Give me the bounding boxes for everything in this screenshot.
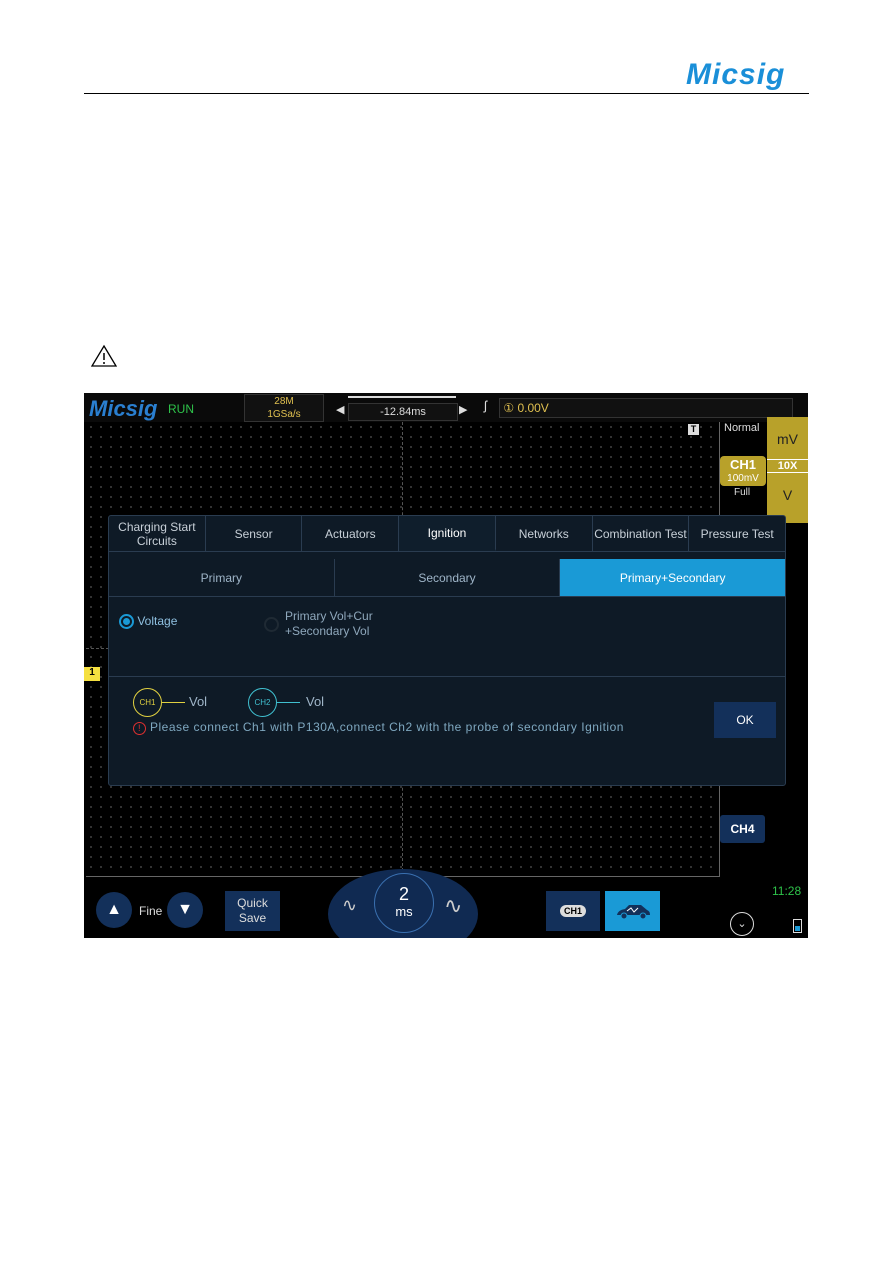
rising-edge-icon: ʃ [484, 398, 487, 413]
timebase-decrease-wave-icon[interactable]: ∿ [342, 895, 357, 916]
document-page: Micsig Micsig RUN 28M 1GSa/s ◀ -12.84ms ▶… [0, 0, 893, 1263]
delay-right-arrow-icon[interactable]: ▶ [459, 403, 467, 416]
brand-logo: Micsig [686, 58, 786, 91]
unit-mv[interactable]: mV [767, 431, 808, 447]
subtab-secondary[interactable]: Secondary [335, 559, 561, 596]
run-status[interactable]: RUN [168, 402, 194, 416]
timebase-increase-wave-icon[interactable]: ∿ [444, 893, 462, 919]
bandwidth-limit: Full [734, 487, 751, 498]
radio-unselected-icon[interactable] [264, 616, 279, 632]
channel-stack-icon: CH1 [559, 905, 586, 917]
down-arrow-icon[interactable]: ▼ [167, 892, 203, 928]
radio-selected-icon[interactable] [119, 614, 134, 630]
ch1-scale: 100mV [727, 473, 759, 484]
acquisition-info[interactable]: 28M 1GSa/s [244, 394, 324, 422]
subtab-primary[interactable]: Primary [109, 559, 335, 596]
ch1-label: CH1 [729, 457, 756, 472]
subtab-primary-secondary[interactable]: Primary+Secondary [560, 559, 786, 596]
instruction-text: Please connect Ch1 with P130A,connect Ch… [150, 720, 624, 734]
fine-label[interactable]: Fine [139, 904, 162, 918]
quick-save-line2: Save [238, 911, 267, 925]
oscilloscope-screenshot: Micsig RUN 28M 1GSa/s ◀ -12.84ms ▶ ʃ ① 0.… [84, 393, 808, 938]
option-combo-line2: +Secondary Vol [285, 624, 370, 638]
ch1-connector-line [161, 702, 185, 703]
option-voltage-label: Voltage [137, 614, 178, 628]
scope-logo: Micsig [89, 396, 158, 421]
chevron-down-icon[interactable]: ⌄ [730, 912, 754, 936]
dialog-divider [109, 676, 785, 677]
automotive-test-dialog: Charging Start Circuits Sensor Actuators… [108, 515, 786, 786]
ch1-offset-marker[interactable]: 1 [84, 667, 100, 681]
trigger-mode[interactable]: Normal [724, 422, 759, 434]
sample-rate: 1GSa/s [267, 409, 301, 420]
connection-instruction: ! Please connect Ch1 with P130A,connect C… [133, 720, 624, 735]
delay-left-arrow-icon[interactable]: ◀ [336, 403, 344, 416]
clock: 11:28 [772, 884, 802, 898]
tab-combination-test[interactable]: Combination Test [593, 516, 690, 551]
channel-menu-button[interactable]: CH1 [546, 891, 600, 931]
up-arrow-icon[interactable]: ▲ [96, 892, 132, 928]
ch2-connection-icon: CH2 [248, 688, 277, 717]
bottom-bar: ▲ Fine ▼ Quick Save ∿ 2 ms ∿ CH1 11:28 ⌄ [84, 869, 808, 938]
quick-save-button[interactable]: Quick Save [225, 891, 280, 931]
timebase-value: 2 [398, 884, 409, 904]
tab-charging-start-circuits[interactable]: Charging Start Circuits [109, 516, 206, 551]
ignition-subtabs: Primary Secondary Primary+Secondary [109, 559, 786, 597]
probe-factor[interactable]: 10X [767, 459, 808, 473]
category-tabs: Charging Start Circuits Sensor Actuators… [109, 516, 785, 552]
tab-actuators[interactable]: Actuators [302, 516, 400, 551]
option-combo-line1: Primary Vol+Cur [285, 609, 373, 623]
alert-icon: ! [133, 722, 146, 735]
ch1-connection-icon: CH1 [133, 688, 162, 717]
ch1-signal-label: Vol [189, 694, 208, 709]
warning-icon [91, 344, 117, 367]
quick-save-line1: Quick [237, 896, 268, 910]
ch2-connector-line [276, 702, 300, 703]
trigger-level[interactable]: ① 0.00V [499, 398, 793, 418]
tab-pressure-test[interactable]: Pressure Test [689, 516, 785, 551]
top-bar: Micsig RUN 28M 1GSa/s ◀ -12.84ms ▶ ʃ ① 0.… [84, 393, 808, 422]
automotive-mode-button[interactable] [605, 891, 660, 931]
tab-ignition[interactable]: Ignition [399, 516, 496, 551]
ok-button[interactable]: OK [714, 702, 776, 738]
timebase-display[interactable]: 2 ms [374, 873, 434, 933]
ch1-scale-badge[interactable]: CH1 100mV [720, 456, 766, 486]
ch4-button[interactable]: CH4 [720, 815, 765, 843]
battery-icon [793, 919, 802, 933]
option-primary-vol-cur-secondary[interactable]: Primary Vol+Cur +Secondary Vol [264, 609, 373, 639]
tab-sensor[interactable]: Sensor [206, 516, 303, 551]
tab-networks[interactable]: Networks [496, 516, 593, 551]
unit-panel[interactable]: mV 10X V [767, 417, 808, 523]
memory-depth: 28M [274, 396, 294, 407]
ch2-signal-label: Vol [306, 694, 325, 709]
option-voltage[interactable]: Voltage [119, 614, 178, 630]
trigger-delay[interactable]: -12.84ms [348, 403, 458, 421]
trigger-position-marker[interactable]: T [688, 424, 699, 435]
unit-v[interactable]: V [767, 487, 808, 503]
header-divider [84, 93, 809, 94]
car-icon [616, 905, 650, 920]
trigger-level-value: 0.00V [517, 401, 549, 415]
position-bar[interactable] [348, 396, 456, 398]
timebase-unit: ms [395, 904, 413, 919]
